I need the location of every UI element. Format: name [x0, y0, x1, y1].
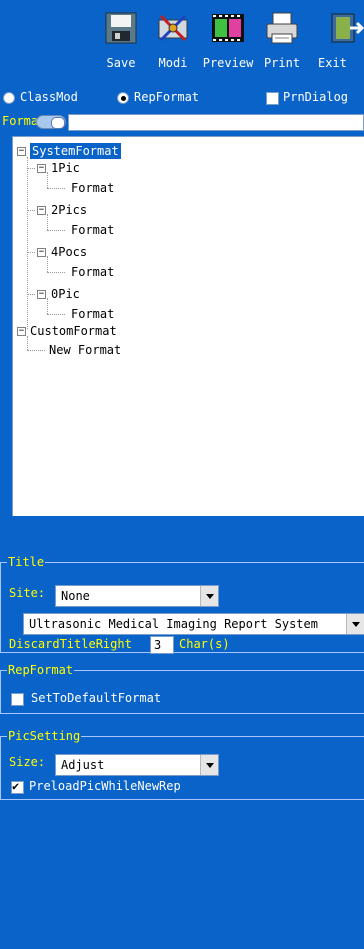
format-tree[interactable]: − SystemFormat − 1Pic Format − 2Pics For… [12, 136, 364, 516]
tree-collapse-icon[interactable]: − [37, 206, 46, 215]
site-select[interactable]: None [55, 585, 219, 607]
tree-connector [47, 298, 48, 314]
tree-collapse-icon[interactable]: − [37, 290, 46, 299]
tree-collapse-icon[interactable]: − [17, 147, 26, 156]
tree-node-new-format[interactable]: New Format [49, 342, 121, 358]
size-select[interactable]: Adjust [55, 754, 219, 776]
repformat-group: RepFormat SetToDefaultFormat [0, 663, 364, 714]
modi-label: Modi [158, 56, 188, 70]
tree-node-format[interactable]: Format [71, 264, 114, 280]
picsetting-group-heading: PicSetting [7, 729, 82, 743]
preview-button[interactable]: Preview [203, 6, 253, 80]
exit-label: Exit [318, 56, 347, 70]
tree-node-customformat[interactable]: CustomFormat [30, 323, 117, 339]
picsetting-group: PicSetting Size: Adjust PreloadPicWhileN… [0, 729, 364, 800]
default-format-label[interactable]: SetToDefaultFormat [31, 691, 161, 705]
format-row: Format [0, 112, 364, 132]
site-label: Site: [9, 586, 46, 600]
tree-node-2pics[interactable]: 2Pics [51, 202, 87, 218]
printer-icon [266, 12, 298, 44]
print-button[interactable]: Print [257, 6, 307, 80]
tree-connector [47, 314, 65, 315]
preview-label: Preview [202, 56, 254, 70]
title-group: Title Site: None Ultrasonic Medical Imag… [0, 555, 364, 654]
tree-connector [27, 210, 35, 211]
toolbar: Save Modi Preview Print Exit [0, 0, 364, 84]
preload-pic-label[interactable]: PreloadPicWhileNewRep [29, 779, 181, 793]
chevron-down-icon[interactable] [200, 586, 218, 606]
tree-collapse-icon[interactable]: − [37, 164, 46, 173]
tree-collapse-icon[interactable]: − [17, 327, 26, 336]
prndialog-label[interactable]: PrnDialog [283, 90, 348, 104]
film-preview-icon [212, 14, 244, 42]
mode-row: ClassMod RepFormat PrnDialog [0, 86, 364, 112]
prndialog-checkbox[interactable] [266, 92, 279, 105]
title-group-heading: Title [7, 555, 46, 569]
save-button[interactable]: Save [96, 6, 146, 80]
tree-connector [27, 294, 35, 295]
classmod-radio[interactable] [3, 92, 15, 104]
tree-connector [47, 172, 48, 188]
tree-node-1pic[interactable]: 1Pic [51, 160, 80, 176]
format-input[interactable] [68, 114, 364, 131]
tree-connector [27, 157, 28, 329]
report-title-value: Ultrasonic Medical Imaging Report System [29, 617, 318, 631]
format-toggle[interactable] [36, 115, 66, 129]
tree-node-0pic[interactable]: 0Pic [51, 286, 80, 302]
tree-node-4pocs[interactable]: 4Pocs [51, 244, 87, 260]
modi-button[interactable]: Modi [148, 6, 198, 80]
discard-title-label: DiscardTitleRight [9, 637, 132, 651]
repformat-radio[interactable] [117, 92, 129, 104]
tree-connector [47, 214, 48, 230]
tree-connector [47, 256, 48, 272]
tools-icon [158, 14, 188, 42]
tree-connector [47, 188, 65, 189]
preload-pic-checkbox[interactable] [11, 779, 24, 794]
tree-connector [27, 350, 45, 351]
repformat-label[interactable]: RepFormat [134, 90, 199, 104]
exit-door-icon [331, 13, 364, 43]
repformat-group-heading: RepFormat [7, 663, 75, 677]
tree-collapse-icon[interactable]: − [37, 248, 46, 257]
site-select-value: None [61, 589, 90, 603]
chevron-down-icon[interactable] [346, 614, 364, 634]
size-label: Size: [9, 755, 46, 769]
save-icon [105, 12, 137, 44]
chars-label: Char(s) [179, 637, 230, 651]
tree-node-format[interactable]: Format [71, 180, 114, 196]
tree-node-format[interactable]: Format [71, 306, 114, 322]
chevron-down-icon[interactable] [200, 755, 218, 775]
tree-connector [27, 252, 35, 253]
classmod-label[interactable]: ClassMod [20, 90, 78, 104]
default-format-checkbox[interactable] [11, 693, 24, 706]
report-title-select[interactable]: Ultrasonic Medical Imaging Report System [23, 613, 364, 635]
size-select-value: Adjust [61, 758, 105, 772]
tree-connector [47, 230, 65, 231]
print-label: Print [263, 56, 301, 70]
exit-button[interactable]: Exit [312, 6, 364, 80]
tree-connector [47, 272, 65, 273]
tree-node-format[interactable]: Format [71, 222, 114, 238]
tree-node-systemformat[interactable]: SystemFormat [30, 143, 121, 159]
discard-chars-input[interactable]: 3 [150, 636, 174, 654]
tree-connector [27, 168, 35, 169]
save-label: Save [106, 56, 136, 70]
tree-connector [27, 336, 28, 350]
